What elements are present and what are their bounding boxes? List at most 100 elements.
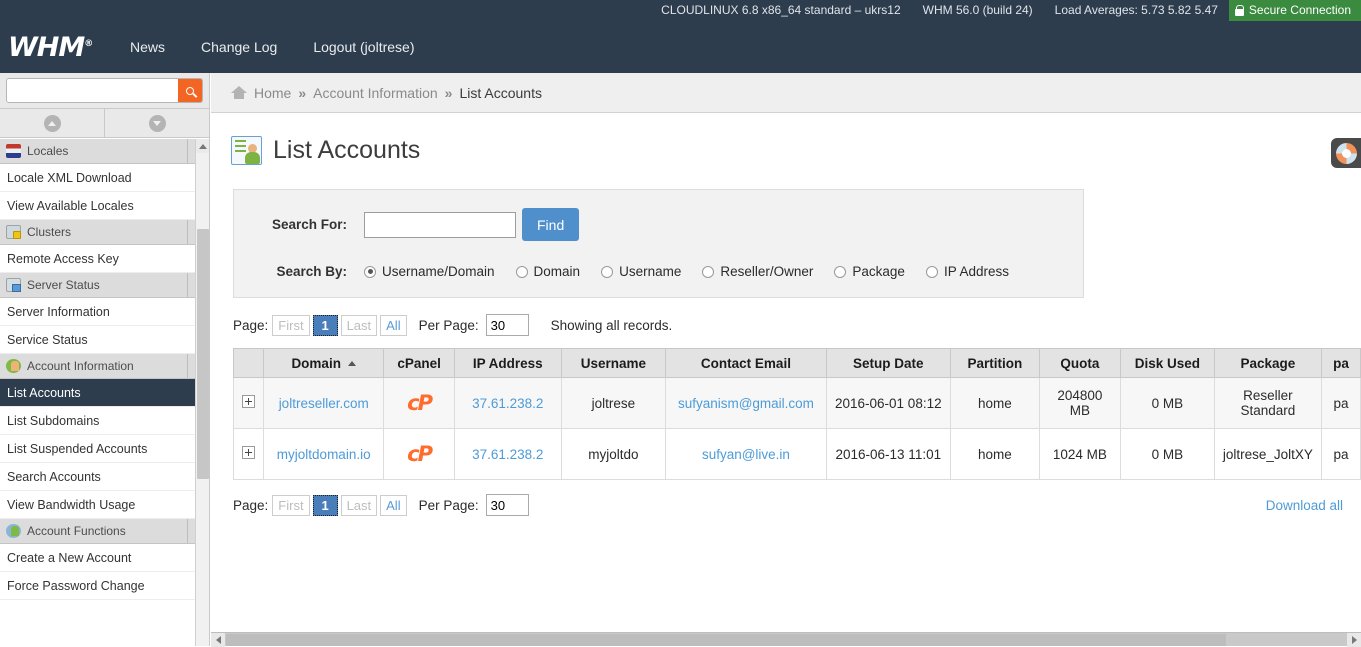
scroll-right-arrow-icon[interactable]	[1347, 633, 1361, 647]
column-header-email[interactable]: Contact Email	[666, 349, 827, 378]
expand-all-button[interactable]	[105, 109, 209, 137]
radio-button[interactable]	[926, 266, 938, 278]
pager-bottom-page-1-button[interactable]: 1	[313, 495, 338, 516]
sidebar-group-clusters[interactable]: Clusters	[0, 220, 209, 245]
lifebuoy-icon	[1336, 143, 1357, 164]
pager-bottom-first-button[interactable]: First	[272, 495, 309, 516]
expand-row-cell[interactable]	[234, 378, 264, 429]
sidebar-item-search-accounts[interactable]: Search Accounts	[0, 463, 209, 491]
chevron-down-icon	[149, 115, 166, 132]
column-header-quota[interactable]: Quota	[1039, 349, 1120, 378]
sidebar-item-view-available-locales[interactable]: View Available Locales	[0, 192, 209, 220]
email-link[interactable]: sufyan@live.in	[702, 447, 790, 462]
pager-bottom-last-button[interactable]: Last	[341, 495, 378, 516]
sidebar-item-list-accounts[interactable]: List Accounts	[0, 379, 209, 407]
pager-top-last-button[interactable]: Last	[341, 315, 378, 336]
cell-ip[interactable]: 37.61.238.2	[454, 429, 561, 480]
search-by-option-package[interactable]: Package	[834, 264, 905, 279]
help-button[interactable]	[1331, 138, 1361, 168]
sidebar-item-server-information[interactable]: Server Information	[0, 298, 209, 326]
expand-row-cell[interactable]	[234, 429, 264, 480]
pager-top-per-page-input[interactable]	[486, 314, 529, 336]
search-by-option-username-domain[interactable]: Username/Domain	[364, 264, 495, 279]
main-horizontal-scrollbar[interactable]	[211, 632, 1361, 646]
search-for-input[interactable]	[364, 212, 516, 238]
column-header-cpanel[interactable]: cPanel	[384, 349, 454, 378]
radio-button[interactable]	[364, 266, 376, 278]
cell-domain[interactable]: joltreseller.com	[264, 378, 384, 429]
column-header-truncated[interactable]: pa	[1321, 349, 1360, 378]
column-header-expand[interactable]	[234, 349, 264, 378]
cell-email[interactable]: sufyan@live.in	[666, 429, 827, 480]
scroll-up-arrow-icon[interactable]	[196, 139, 209, 153]
sidebar-item-view-bandwidth-usage[interactable]: View Bandwidth Usage	[0, 491, 209, 519]
domain-link[interactable]: joltreseller.com	[279, 396, 369, 411]
expand-plus-icon[interactable]	[242, 446, 255, 459]
breadcrumb-account-information[interactable]: Account Information	[313, 85, 438, 101]
pager-top-all-button[interactable]: All	[380, 315, 406, 336]
sidebar-group-label: Server Status	[27, 278, 100, 292]
cpanel-cell[interactable]: cP	[384, 429, 454, 480]
cell-domain[interactable]: myjoltdomain.io	[264, 429, 384, 480]
find-button[interactable]: Find	[522, 208, 579, 241]
expand-plus-icon[interactable]	[242, 395, 255, 408]
sidebar-item-create-a-new-account[interactable]: Create a New Account	[0, 544, 209, 572]
cell-setup_date: 2016-06-01 08:12	[826, 378, 950, 429]
pager-top-first-button[interactable]: First	[272, 315, 309, 336]
scroll-left-arrow-icon[interactable]	[211, 633, 225, 647]
sidebar-group-server-status[interactable]: Server Status	[0, 273, 209, 298]
sidebar-vertical-scrollbar[interactable]	[195, 139, 209, 646]
column-header-label: Quota	[1060, 356, 1099, 371]
column-header-setup_date[interactable]: Setup Date	[826, 349, 950, 378]
search-by-option-reseller-owner[interactable]: Reseller/Owner	[702, 264, 813, 279]
radio-button[interactable]	[516, 266, 528, 278]
ip-link[interactable]: 37.61.238.2	[472, 447, 543, 462]
sidebar-item-remote-access-key[interactable]: Remote Access Key	[0, 245, 209, 273]
column-header-package[interactable]: Package	[1214, 349, 1321, 378]
pager-bottom-all-button[interactable]: All	[380, 495, 406, 516]
search-by-option-username[interactable]: Username	[601, 264, 681, 279]
secure-connection-badge[interactable]: Secure Connection	[1229, 0, 1361, 21]
column-header-username[interactable]: Username	[561, 349, 665, 378]
cell-ip[interactable]: 37.61.238.2	[454, 378, 561, 429]
pager-top-page-1-button[interactable]: 1	[313, 315, 338, 336]
column-header-disk_used[interactable]: Disk Used	[1120, 349, 1214, 378]
sidebar-search-input[interactable]	[7, 79, 178, 102]
sidebar-search-button[interactable]	[178, 79, 202, 102]
breadcrumb-home[interactable]: Home	[254, 85, 291, 101]
radio-button[interactable]	[601, 266, 613, 278]
sidebar-search-row	[0, 73, 209, 109]
column-header-partition[interactable]: Partition	[950, 349, 1039, 378]
sidebar-item-service-status[interactable]: Service Status	[0, 326, 209, 354]
search-by-option-ip-address[interactable]: IP Address	[926, 264, 1009, 279]
column-header-domain[interactable]: Domain	[264, 349, 384, 378]
nav-change-log[interactable]: Change Log	[183, 21, 295, 73]
sidebar-group-account-functions[interactable]: Account Functions	[0, 519, 209, 544]
whm-logo[interactable]: WHM®	[8, 32, 98, 63]
sidebar-group-locales[interactable]: Locales	[0, 139, 209, 164]
cell-email[interactable]: sufyanism@gmail.com	[666, 378, 827, 429]
nav-logout[interactable]: Logout (joltrese)	[295, 21, 432, 73]
domain-link[interactable]: myjoltdomain.io	[277, 447, 371, 462]
sidebar-item-force-password-change[interactable]: Force Password Change	[0, 572, 209, 600]
email-link[interactable]: sufyanism@gmail.com	[678, 396, 814, 411]
sidebar-item-locale-xml-download[interactable]: Locale XML Download	[0, 164, 209, 192]
column-header-ip[interactable]: IP Address	[454, 349, 561, 378]
search-by-option-domain[interactable]: Domain	[516, 264, 581, 279]
sidebar-group-account-information[interactable]: Account Information	[0, 354, 209, 379]
sidebar-scroll-thumb[interactable]	[197, 229, 209, 479]
cpanel-cell[interactable]: cP	[384, 378, 454, 429]
radio-button[interactable]	[702, 266, 714, 278]
nav-news[interactable]: News	[112, 21, 183, 73]
package-value: joltrese_JoltXY	[1223, 447, 1313, 462]
sidebar-item-label: Locale XML Download	[7, 171, 132, 185]
radio-button[interactable]	[834, 266, 846, 278]
ip-link[interactable]: 37.61.238.2	[472, 396, 543, 411]
collapse-all-button[interactable]	[0, 109, 105, 137]
pager-bottom-per-page-input[interactable]	[486, 494, 529, 516]
breadcrumb-separator-1: »	[298, 85, 306, 101]
sidebar-item-list-subdomains[interactable]: List Subdomains	[0, 407, 209, 435]
horizontal-scroll-thumb[interactable]	[226, 634, 1226, 646]
download-all-link[interactable]: Download all	[1266, 498, 1343, 513]
sidebar-item-list-suspended-accounts[interactable]: List Suspended Accounts	[0, 435, 209, 463]
